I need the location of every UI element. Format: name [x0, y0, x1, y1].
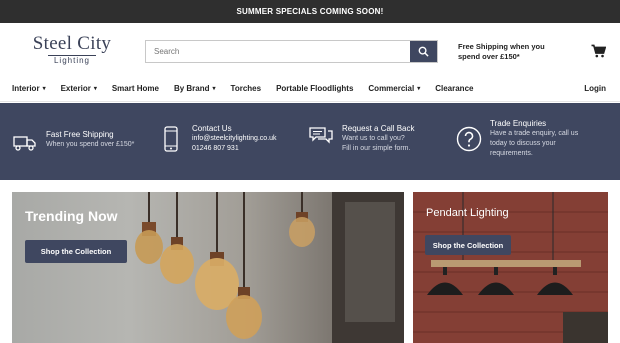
- nav-item-exterior[interactable]: Exterior ▾: [61, 84, 97, 93]
- chevron-down-icon: ▾: [212, 86, 216, 92]
- feature-title: Trade Enquiries: [490, 119, 547, 128]
- feature-title: Fast Free Shipping: [46, 130, 114, 139]
- cart-icon: [591, 44, 607, 58]
- phone-icon: [158, 124, 184, 154]
- free-shipping-note: Free Shipping when you spend over £150*: [458, 42, 558, 62]
- search-icon: [418, 46, 429, 57]
- pendant-banner[interactable]: Pendant Lighting Shop the Collection: [413, 192, 608, 343]
- search-bar: [145, 40, 438, 63]
- question-icon: [456, 119, 482, 159]
- feature-title: Request a Call Back: [342, 124, 415, 133]
- nav-item-smart-home[interactable]: Smart Home: [112, 84, 159, 93]
- main-nav: Interior ▾ Exterior ▾ Smart Home By Brand ▾…: [0, 76, 620, 102]
- nav-label: Portable Floodlights: [276, 84, 354, 93]
- truck-icon: [12, 130, 38, 156]
- shipping-line-2: spend over £150*: [458, 52, 520, 61]
- nav-label: Commercial: [368, 84, 415, 93]
- nav-label: By Brand: [173, 84, 210, 93]
- header: Steel City Lighting Free Shipping when y…: [0, 23, 620, 76]
- nav-label: Clearance: [435, 84, 474, 93]
- logo-sub-text: Lighting: [47, 55, 97, 65]
- login-link[interactable]: Login: [584, 84, 606, 93]
- contact-email[interactable]: info@steelcitylighting.co.uk: [192, 134, 277, 144]
- trending-title: Trending Now: [25, 208, 118, 224]
- nav-item-interior[interactable]: Interior ▾: [12, 84, 46, 93]
- feature-desc: When you spend over £150*: [46, 141, 135, 148]
- feature-desc: Fill in our simple form.: [342, 145, 411, 152]
- nav-label: Torches: [230, 84, 262, 93]
- feature-shipping[interactable]: Fast Free Shipping When you spend over £…: [12, 130, 134, 156]
- feature-callback[interactable]: Request a Call Back Want us to call you?…: [308, 124, 414, 154]
- feature-desc: Want us to call you?: [342, 135, 405, 142]
- nav-label: Interior: [12, 84, 40, 93]
- nav-item-torches[interactable]: Torches: [231, 84, 262, 93]
- nav-item-by-brand[interactable]: By Brand ▾: [174, 84, 216, 93]
- chevron-down-icon: ▾: [42, 86, 46, 92]
- feature-desc: today to discuss your: [490, 140, 556, 147]
- logo-main-text: Steel City: [32, 33, 112, 54]
- nav-item-clearance[interactable]: Clearance: [435, 84, 473, 93]
- login-label: Login: [584, 84, 606, 93]
- announcement-bar: SUMMER SPECIALS COMING SOON!: [0, 0, 620, 23]
- search-button[interactable]: [410, 41, 437, 62]
- trending-shop-button[interactable]: Shop the Collection: [25, 240, 127, 263]
- nav-label: Smart Home: [111, 84, 159, 93]
- nav-label: Exterior: [60, 84, 91, 93]
- nav-item-portable-floodlights[interactable]: Portable Floodlights: [276, 84, 353, 93]
- shipping-line-1: Free Shipping when you: [458, 42, 545, 51]
- trending-banner[interactable]: Trending Now Shop the Collection: [12, 192, 404, 343]
- search-input[interactable]: [146, 41, 410, 62]
- chevron-down-icon: ▾: [93, 86, 97, 92]
- feature-title: Contact Us: [192, 124, 232, 133]
- pendant-title: Pendant Lighting: [426, 207, 509, 219]
- cart-button[interactable]: [591, 44, 607, 63]
- nav-item-commercial[interactable]: Commercial ▾: [368, 84, 420, 93]
- feature-desc: requirements.: [490, 150, 533, 157]
- feature-desc: Have a trade enquiry, call us: [490, 130, 579, 137]
- features-strip: Fast Free Shipping When you spend over £…: [0, 103, 620, 180]
- feature-contact[interactable]: Contact Us info@steelcitylighting.co.uk …: [158, 124, 277, 154]
- contact-phone[interactable]: 01246 807 931: [192, 144, 277, 154]
- feature-trade[interactable]: Trade Enquiries Have a trade enquiry, ca…: [456, 119, 578, 159]
- announcement-text: SUMMER SPECIALS COMING SOON!: [236, 7, 384, 16]
- site-logo[interactable]: Steel City Lighting: [16, 32, 128, 68]
- chevron-down-icon: ▾: [417, 86, 421, 92]
- chat-icon: [308, 124, 334, 150]
- pendant-shop-button[interactable]: Shop the Collection: [425, 235, 511, 255]
